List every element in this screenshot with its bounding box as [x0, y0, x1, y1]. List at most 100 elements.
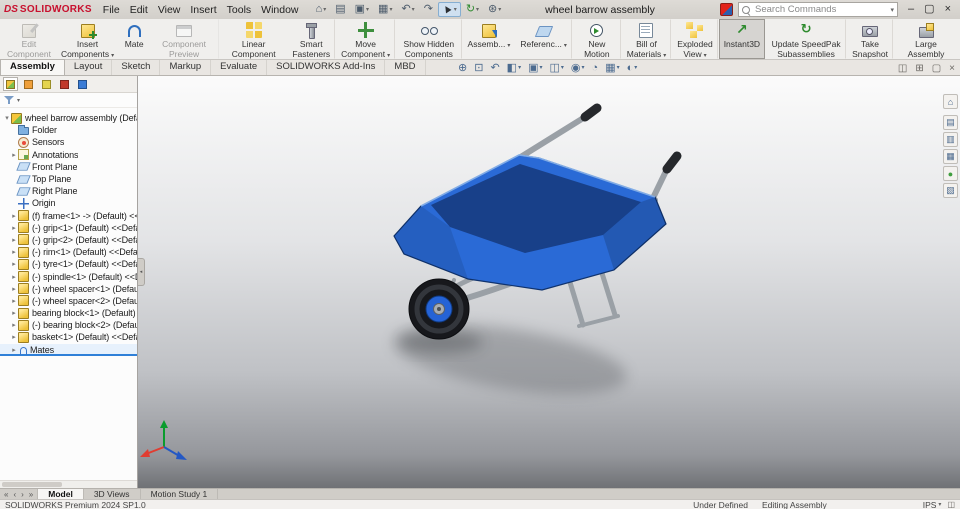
- tree-item[interactable]: ▸ (-) spindle<1> (Default) <<Defa: [0, 270, 137, 283]
- propertymanager-tab-icon[interactable]: [21, 77, 36, 91]
- maximize-button[interactable]: ▢: [919, 2, 939, 17]
- ribbon-button[interactable]: Exploded View ▾: [672, 19, 718, 59]
- expander-icon[interactable]: ▸: [10, 212, 18, 220]
- caret-icon[interactable]: ▾: [518, 63, 521, 74]
- dimxpertmanager-tab-icon[interactable]: [57, 77, 72, 91]
- ribbon-button[interactable]: Assemb... ▾: [463, 19, 516, 59]
- menu-item[interactable]: Tools: [222, 4, 257, 16]
- dropdown-caret-icon[interactable]: ▾: [704, 53, 707, 59]
- expander-icon[interactable]: ▸: [10, 224, 18, 232]
- undo-icon[interactable]: ↶ ▾: [397, 2, 418, 17]
- search-input[interactable]: [753, 3, 888, 16]
- close-button[interactable]: ×: [940, 2, 956, 17]
- view-orientation-icon[interactable]: ▣ ▾: [528, 62, 542, 74]
- ribbon-button[interactable]: Smart Fasteners: [287, 19, 336, 59]
- display-style-icon[interactable]: ◫ ▾: [550, 62, 564, 74]
- caret-icon[interactable]: ▾: [561, 63, 564, 74]
- previous-view-icon[interactable]: ↶: [490, 62, 499, 74]
- tab-scroll-icon[interactable]: «: [2, 490, 10, 499]
- file-explorer-icon[interactable]: ▥: [943, 132, 958, 147]
- tree-item[interactable]: Front Plane: [0, 161, 137, 173]
- expander-icon[interactable]: ▸: [10, 273, 18, 281]
- design-library-icon[interactable]: ▤: [943, 115, 958, 130]
- home-icon[interactable]: ⌂ ▾: [312, 2, 331, 17]
- quad-pane-icon[interactable]: ⊞: [915, 63, 923, 74]
- command-tab[interactable]: Layout: [65, 60, 113, 75]
- tree-item[interactable]: ▸ (-) wheel spacer<2> (Default) <: [0, 295, 137, 307]
- edit-appearance-icon[interactable]: ◔: [592, 62, 599, 74]
- wheelbarrow-3d-model[interactable]: [138, 76, 960, 488]
- tab-scroll-icon[interactable]: ‹: [11, 490, 18, 499]
- filter-caret-icon[interactable]: ▾: [17, 97, 20, 104]
- ribbon-button[interactable]: Show Hidden Components: [396, 19, 462, 59]
- zoom-to-fit-icon[interactable]: ⊕: [458, 62, 467, 74]
- caret-icon[interactable]: ▾: [617, 63, 620, 74]
- configurationmanager-tab-icon[interactable]: [39, 77, 54, 91]
- caret-icon[interactable]: ▾: [582, 63, 585, 74]
- expander-icon[interactable]: ▸: [10, 333, 18, 341]
- expander-icon[interactable]: ▾: [3, 114, 11, 122]
- document-tab[interactable]: Model: [37, 489, 84, 499]
- command-tab[interactable]: Markup: [160, 60, 212, 75]
- ribbon-button[interactable]: Bill of Materials ▾: [622, 19, 672, 59]
- dropdown-caret-icon[interactable]: ▾: [507, 43, 510, 49]
- expander-icon[interactable]: ▸: [10, 260, 18, 268]
- tree-horizontal-scrollbar[interactable]: [0, 480, 137, 488]
- tree-item[interactable]: Sensors: [0, 136, 137, 148]
- tree-item[interactable]: ▸ (-) bearing block<2> (Default) <: [0, 319, 137, 331]
- apply-scene-icon[interactable]: ▦ ▾: [605, 62, 620, 74]
- command-tab[interactable]: SOLIDWORKS Add-Ins: [267, 60, 386, 75]
- graphics-viewport[interactable]: ⌂ ▤ ▥ ▦ ● ▧: [138, 76, 960, 488]
- dropdown-caret-icon[interactable]: ▾: [663, 53, 666, 59]
- appearances-icon[interactable]: ●: [943, 166, 958, 181]
- displaymanager-tab-icon[interactable]: [75, 77, 90, 91]
- command-tab[interactable]: Sketch: [112, 60, 161, 75]
- document-tab[interactable]: 3D Views: [84, 489, 141, 499]
- tree-item[interactable]: ▸ (-) tyre<1> (Default) <<Default>: [0, 258, 137, 270]
- tree-item[interactable]: Right Plane: [0, 185, 137, 197]
- panel-collapse-handle[interactable]: ◂: [138, 258, 145, 286]
- ribbon-button[interactable]: Take Snapshot: [847, 19, 893, 59]
- expander-icon[interactable]: ▸: [10, 151, 18, 159]
- tree-item[interactable]: ▸ (f) frame<1> -> (Default) <<Defa: [0, 210, 137, 222]
- command-tab[interactable]: Assembly: [0, 59, 65, 75]
- ribbon-button[interactable]: Linear Component Pattern▾: [220, 19, 287, 68]
- tree-item[interactable]: ▸ basket<1> (Default) <<Default>: [0, 331, 137, 343]
- ribbon-button[interactable]: Component Preview Window: [149, 19, 219, 68]
- ribbon-button[interactable]: Update SpeedPak Subassemblies: [766, 19, 847, 59]
- tree-item[interactable]: ▸ (-) grip<2> (Default) <<Default>: [0, 234, 137, 246]
- expander-icon[interactable]: ▸: [10, 309, 18, 317]
- ribbon-button[interactable]: New Motion Study: [573, 19, 621, 68]
- tree-item[interactable]: Origin: [0, 197, 137, 209]
- ribbon-button[interactable]: Insert Components ▾: [56, 19, 119, 59]
- tree-item[interactable]: ▸ (-) grip<1> (Default) <<Default>: [0, 222, 137, 234]
- unit-system-selector[interactable]: IPS ▾: [923, 500, 942, 509]
- scrollbar-thumb[interactable]: [2, 482, 62, 487]
- expander-icon[interactable]: ▸: [10, 248, 18, 256]
- design-library-icon[interactable]: ▤: [331, 2, 349, 17]
- status-pane-toggle-icon[interactable]: ◫: [947, 500, 955, 509]
- view-palette-icon[interactable]: ▦: [943, 149, 958, 164]
- command-tab[interactable]: Evaluate: [211, 60, 268, 75]
- save-icon[interactable]: ▣ ▾: [351, 2, 373, 17]
- expander-icon[interactable]: ▸: [10, 346, 18, 354]
- caret-icon[interactable]: ▾: [539, 63, 542, 74]
- dropdown-caret-icon[interactable]: ▾: [387, 53, 390, 59]
- print-icon[interactable]: ▦ ▾: [374, 2, 396, 17]
- basket[interactable]: [393, 154, 667, 291]
- dropdown-caret-icon[interactable]: ▾: [564, 43, 567, 49]
- redo-icon[interactable]: ↷: [420, 2, 437, 17]
- ribbon-button[interactable]: Referenc... ▾: [515, 19, 572, 59]
- dropdown-caret-icon[interactable]: ▾: [111, 53, 114, 59]
- tree-item[interactable]: Folder: [0, 124, 137, 136]
- tree-item[interactable]: ▸ Annotations: [0, 149, 137, 161]
- split-pane-icon[interactable]: ◫: [898, 63, 907, 74]
- expander-icon[interactable]: ▸: [10, 321, 18, 329]
- tab-scroll-icon[interactable]: ›: [19, 490, 26, 499]
- tree-item[interactable]: ▸ Mates: [0, 343, 137, 356]
- document-tab[interactable]: Motion Study 1: [141, 489, 219, 499]
- wheel[interactable]: [408, 278, 470, 340]
- ribbon-button[interactable]: Instant3D: [718, 19, 766, 59]
- expander-icon[interactable]: ▸: [10, 285, 18, 293]
- hide-show-items-icon[interactable]: ◉ ▾: [571, 62, 585, 74]
